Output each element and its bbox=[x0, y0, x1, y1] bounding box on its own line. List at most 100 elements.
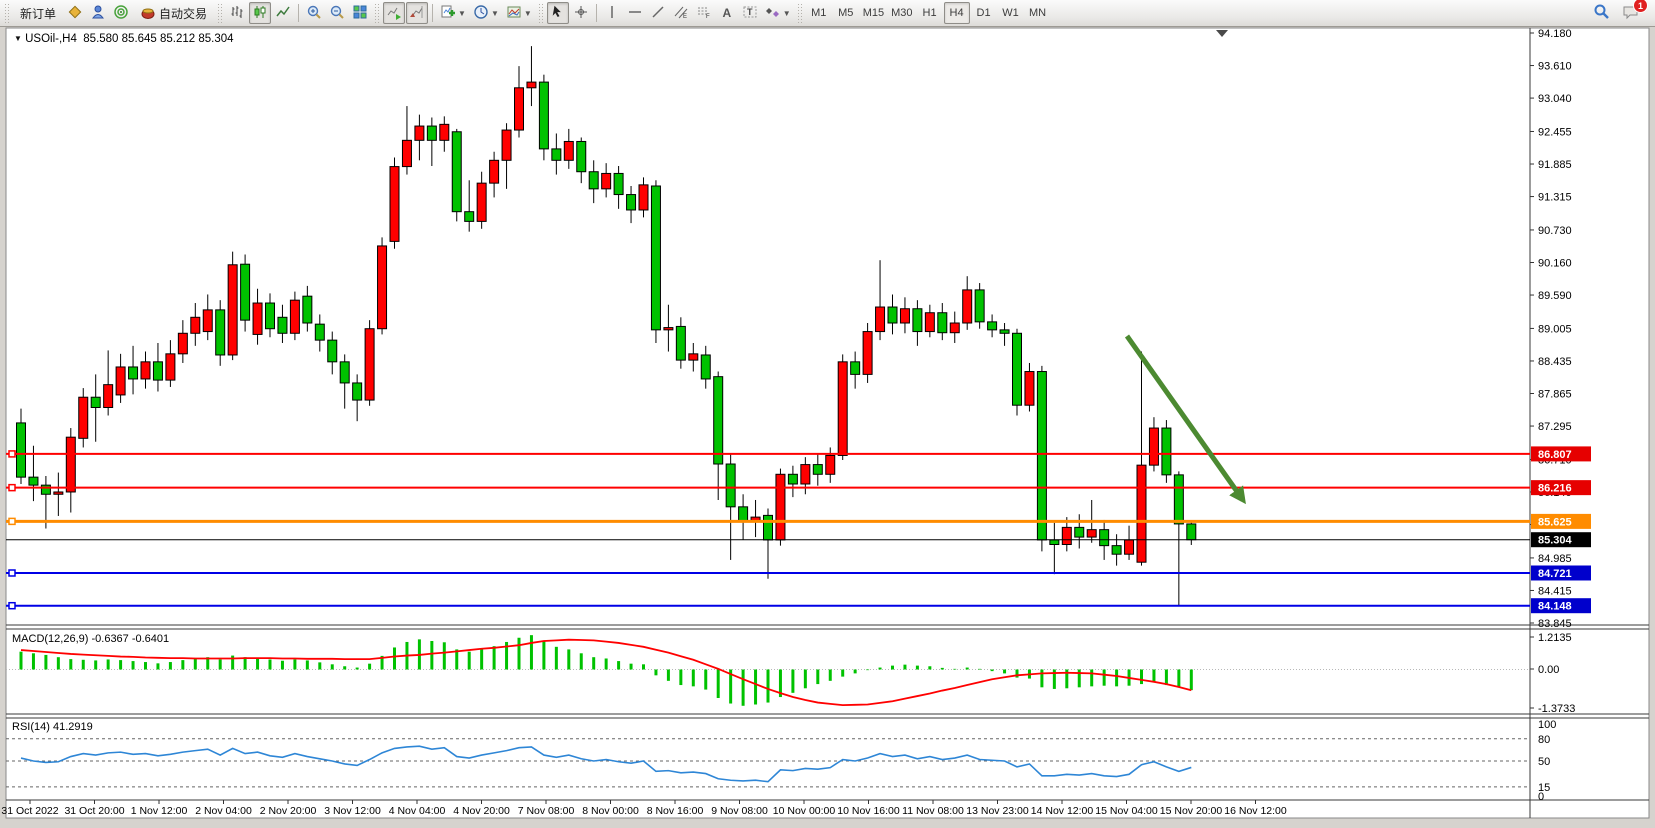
autoscroll-icon bbox=[386, 4, 402, 23]
symbol-dropdown-icon[interactable]: ▼ bbox=[14, 34, 22, 43]
candle-body bbox=[17, 423, 26, 477]
price-tag-label: 84.148 bbox=[1538, 601, 1572, 613]
candle-body bbox=[564, 141, 573, 160]
toolbar-drag-handle[interactable] bbox=[217, 3, 223, 23]
line-anchor-handle bbox=[9, 603, 15, 609]
timeframe-w1-button[interactable]: W1 bbox=[998, 2, 1024, 24]
zoom-out-button[interactable] bbox=[326, 2, 348, 24]
search-icon bbox=[1593, 3, 1610, 23]
price-tag-label: 85.304 bbox=[1538, 535, 1573, 547]
candle-body bbox=[141, 362, 150, 379]
candle-body bbox=[216, 310, 225, 355]
toolbar-drag-handle[interactable] bbox=[538, 3, 544, 23]
chart-shift-button[interactable] bbox=[406, 2, 428, 24]
line-chart-icon bbox=[275, 4, 291, 23]
timeframe-m30-button[interactable]: M30 bbox=[888, 2, 915, 24]
chat-button[interactable]: 1 bbox=[1619, 2, 1643, 24]
chevron-down-icon: ▼ bbox=[491, 9, 499, 18]
period-dropdown[interactable]: ▼ bbox=[470, 2, 502, 24]
time-axis-label: 31 Oct 2022 bbox=[1, 805, 58, 817]
gold-symbol-icon bbox=[67, 4, 83, 23]
candle-body bbox=[1000, 330, 1009, 333]
template-dropdown[interactable]: ▼ bbox=[503, 2, 535, 24]
price-tag-label: 85.625 bbox=[1538, 516, 1572, 528]
candle-body bbox=[776, 474, 785, 540]
timeframe-h1-button[interactable]: H1 bbox=[917, 2, 943, 24]
symbol-period-label: USOil-,H4 bbox=[25, 33, 77, 45]
candle-body bbox=[602, 173, 611, 188]
autotrading-button[interactable]: 自动交易 bbox=[133, 2, 214, 24]
ohlc-values: 85.580 85.645 85.212 85.304 bbox=[83, 33, 233, 45]
price-tick-label: 84.985 bbox=[1538, 553, 1572, 565]
arrows-dropdown[interactable]: ▼ bbox=[762, 2, 794, 24]
autoscroll-button[interactable] bbox=[383, 2, 405, 24]
fibonacci-icon: F bbox=[696, 4, 712, 23]
svg-text:E: E bbox=[683, 14, 687, 20]
candle-body bbox=[1187, 524, 1196, 540]
macd-axis-label: 0.00 bbox=[1538, 664, 1559, 676]
signals-button[interactable] bbox=[110, 2, 132, 24]
crosshair-button[interactable] bbox=[570, 2, 592, 24]
candle-body bbox=[490, 160, 499, 183]
text-button[interactable]: A bbox=[716, 2, 738, 24]
candle-body bbox=[1100, 530, 1109, 546]
market-watch-button[interactable] bbox=[87, 2, 109, 24]
rsi-axis-label: 50 bbox=[1538, 756, 1550, 768]
candlestick-chart-button[interactable] bbox=[249, 2, 271, 24]
toolbar-drag-handle[interactable] bbox=[4, 3, 10, 23]
candle-body bbox=[79, 397, 88, 438]
trendline-button[interactable] bbox=[647, 2, 669, 24]
rsi-axis-label: 100 bbox=[1538, 719, 1556, 731]
channel-icon: E bbox=[673, 4, 689, 23]
arrows-icon bbox=[765, 4, 781, 23]
new-order-button[interactable]: 新订单 bbox=[13, 2, 63, 24]
equidistant-channel-button[interactable]: E bbox=[670, 2, 692, 24]
candle-body bbox=[876, 307, 885, 332]
timeframe-m5-button[interactable]: M5 bbox=[833, 2, 859, 24]
toolbar-drag-handle[interactable] bbox=[374, 3, 380, 23]
chart-window bbox=[6, 28, 1649, 818]
price-tick-label: 89.005 bbox=[1538, 323, 1572, 335]
text-icon: A bbox=[722, 6, 731, 20]
timeframe-mn-button[interactable]: MN bbox=[1025, 2, 1051, 24]
cursor-button[interactable] bbox=[547, 2, 569, 24]
price-tick-label: 87.295 bbox=[1538, 421, 1572, 433]
chevron-down-icon: ▼ bbox=[524, 9, 532, 18]
fibonacci-button[interactable]: F bbox=[693, 2, 715, 24]
timeframe-d1-button[interactable]: D1 bbox=[971, 2, 997, 24]
candle-body bbox=[153, 362, 162, 380]
candle-body bbox=[303, 296, 312, 323]
candle-body bbox=[664, 328, 673, 330]
search-button[interactable] bbox=[1590, 2, 1613, 24]
time-axis-label: 13 Nov 23:00 bbox=[966, 805, 1029, 817]
svg-text:T: T bbox=[747, 7, 753, 17]
candle-body bbox=[714, 377, 723, 464]
rsi-value: 41.2919 bbox=[53, 721, 93, 733]
candle-body bbox=[328, 340, 337, 362]
toolbar-drag-handle[interactable] bbox=[797, 3, 803, 23]
time-axis-label: 3 Nov 12:00 bbox=[324, 805, 381, 817]
candle-body bbox=[527, 82, 536, 88]
timeframe-m1-button[interactable]: M1 bbox=[806, 2, 832, 24]
candle-body bbox=[278, 317, 287, 333]
bar-chart-button[interactable] bbox=[226, 2, 248, 24]
candle-body bbox=[402, 140, 411, 166]
horizontal-line-button[interactable] bbox=[624, 2, 646, 24]
zoom-in-button[interactable] bbox=[303, 2, 325, 24]
timeframe-m15-button[interactable]: M15 bbox=[860, 2, 887, 24]
chart-title: ▼ USOil-,H4 85.580 85.645 85.212 85.304 bbox=[14, 33, 234, 45]
macd-values: -0.6367 -0.6401 bbox=[91, 633, 169, 645]
new-chart-dropdown[interactable]: ▼ bbox=[437, 2, 469, 24]
label-button[interactable]: T bbox=[739, 2, 761, 24]
chart-canvas[interactable]: 94.18093.61093.04092.45591.88591.31590.7… bbox=[0, 0, 1655, 828]
candle-body bbox=[938, 313, 947, 333]
candle-body bbox=[91, 397, 100, 407]
price-tick-label: 84.415 bbox=[1538, 585, 1572, 597]
line-chart-button[interactable] bbox=[272, 2, 294, 24]
tile-windows-button[interactable] bbox=[349, 2, 371, 24]
timeframe-h4-button[interactable]: H4 bbox=[944, 2, 970, 24]
symbols-button[interactable] bbox=[64, 2, 86, 24]
candle-body bbox=[41, 485, 50, 494]
vertical-line-button[interactable] bbox=[601, 2, 623, 24]
macd-axis-label: 1.2135 bbox=[1538, 632, 1572, 644]
